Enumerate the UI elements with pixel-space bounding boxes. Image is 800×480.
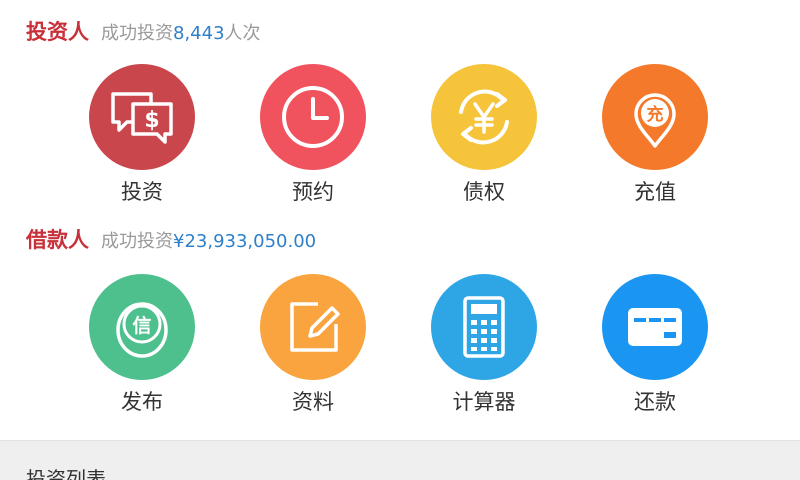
recharge-pin-icon: 充 <box>602 64 708 170</box>
edit-document-icon <box>260 274 366 380</box>
invest-label: 投资 <box>121 180 163 204</box>
borrower-header: 借款人 成功投资 ¥23,933,050.00 <box>26 224 316 256</box>
clock-icon <box>260 64 366 170</box>
publish-button[interactable]: 信 发布 <box>72 272 212 422</box>
invest-button[interactable]: $ 投资 <box>72 62 212 212</box>
reserve-label: 预约 <box>292 180 334 204</box>
repay-button[interactable]: 还款 <box>585 272 725 422</box>
calculator-icon <box>431 274 537 380</box>
reserve-button[interactable]: 预约 <box>243 62 383 212</box>
profile-label: 资料 <box>292 390 334 414</box>
calculator-label: 计算器 <box>452 390 516 414</box>
bond-button[interactable]: 债权 <box>414 62 554 212</box>
publish-icon-glyph: 信 <box>132 314 151 337</box>
investment-list-header[interactable]: 投资列表 <box>0 440 800 480</box>
borrower-actions: 信 发布 资料 计算器 还款 <box>0 272 800 422</box>
borrower-amount: ¥23,933,050.00 <box>173 231 317 252</box>
investor-actions: $ 投资 预约 债权 充 充值 <box>0 62 800 212</box>
repay-label: 还款 <box>634 390 676 414</box>
investor-subtitle: 成功投资 <box>101 23 173 44</box>
bank-card-icon <box>602 274 708 380</box>
money-chat-icon: $ <box>89 64 195 170</box>
recharge-label: 充值 <box>634 180 676 204</box>
investor-header: 投资人 成功投资 8,443 人次 <box>26 16 261 48</box>
profile-button[interactable]: 资料 <box>243 272 383 422</box>
borrower-title: 借款人 <box>26 228 89 252</box>
borrower-subtitle: 成功投资 <box>101 231 173 252</box>
bond-label: 债权 <box>463 180 505 204</box>
home-screen: 投资人 成功投资 8,443 人次 $ 投资 预约 债权 充 充值 借款人 成功… <box>0 0 800 480</box>
investor-count: 8,443 <box>173 23 225 44</box>
investor-count-unit: 人次 <box>224 23 261 44</box>
publish-label: 发布 <box>121 390 163 414</box>
investor-title: 投资人 <box>26 20 89 44</box>
credit-coin-icon: 信 <box>89 274 195 380</box>
recharge-button[interactable]: 充 充值 <box>585 62 725 212</box>
svg-text:$: $ <box>144 108 159 133</box>
investment-list-title: 投资列表 <box>26 467 106 480</box>
recharge-icon-glyph: 充 <box>647 104 664 125</box>
yen-exchange-icon <box>431 64 537 170</box>
calculator-button[interactable]: 计算器 <box>414 272 554 422</box>
